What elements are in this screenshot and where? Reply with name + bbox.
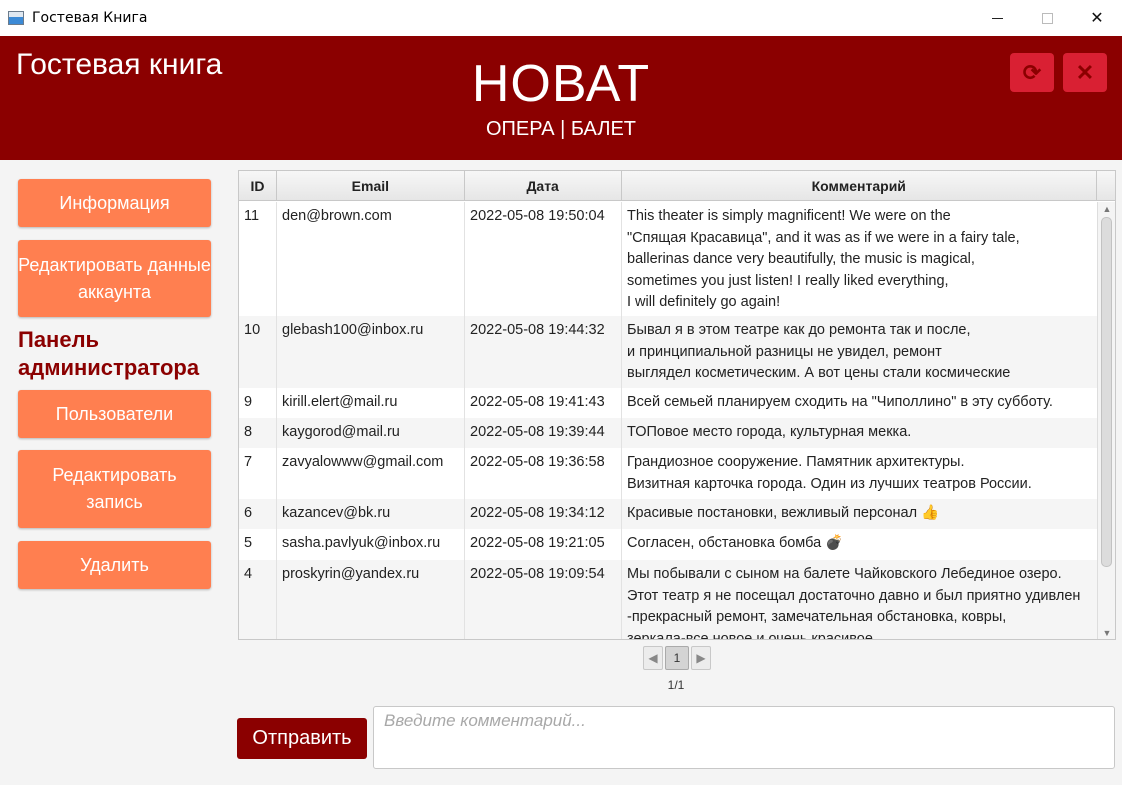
- cell-email: kazancev@bk.ru: [277, 499, 465, 529]
- send-button[interactable]: Отправить: [237, 718, 367, 759]
- cell-date: 2022-05-08 19:21:05: [465, 529, 622, 560]
- cell-date: 2022-05-08 19:44:32: [465, 316, 622, 388]
- info-button[interactable]: Информация: [18, 179, 211, 227]
- cell-comment: ТОПовое место города, культурная мекка.: [622, 418, 1098, 448]
- minimize-icon: [991, 17, 1003, 19]
- close-icon: ✕: [1075, 59, 1095, 85]
- cell-comment: Согласен, обстановка бомба 💣: [622, 529, 1098, 560]
- window-title: Гостевая Книга: [32, 10, 148, 26]
- column-header-comment[interactable]: Комментарий: [622, 171, 1098, 200]
- brand-subtitle: ОПЕРА | БАЛЕТ: [485, 118, 637, 140]
- cell-email: kaygorod@mail.ru: [277, 418, 465, 448]
- scroll-up-icon[interactable]: ▲: [1098, 202, 1115, 216]
- edit-account-button[interactable]: Редактировать данные аккаунта: [18, 240, 211, 317]
- window-titlebar: Гостевая Книга ✕: [0, 0, 1122, 36]
- comments-table[interactable]: ID Email Дата Комментарий 11 den@brown.c…: [238, 170, 1116, 640]
- cell-comment: Красивые постановки, вежливый персонал 👍: [622, 499, 1098, 529]
- refresh-icon: ⟳: [1022, 59, 1042, 85]
- cell-comment: Бывал я в этом театре как до ремонта так…: [622, 316, 1098, 388]
- table-row[interactable]: 10 glebash100@inbox.ru 2022-05-08 19:44:…: [239, 316, 1098, 388]
- cell-date: 2022-05-08 19:50:04: [465, 202, 622, 316]
- table-row[interactable]: 9 kirill.elert@mail.ru 2022-05-08 19:41:…: [239, 388, 1098, 418]
- cell-id: 10: [239, 316, 277, 388]
- cell-id: 6: [239, 499, 277, 529]
- window-close-icon: ✕: [1090, 10, 1104, 27]
- column-header-id[interactable]: ID: [239, 171, 277, 200]
- cell-date: 2022-05-08 19:39:44: [465, 418, 622, 448]
- column-header-date[interactable]: Дата: [465, 171, 622, 200]
- admin-panel-label: Панель администратора: [18, 327, 200, 380]
- cell-id: 11: [239, 202, 277, 316]
- chevron-left-icon: ◀: [648, 651, 658, 665]
- users-button[interactable]: Пользователи: [18, 390, 211, 438]
- cell-id: 4: [239, 560, 277, 639]
- cell-id: 7: [239, 448, 277, 499]
- table-header: ID Email Дата Комментарий: [239, 171, 1115, 201]
- delete-button[interactable]: Удалить: [18, 541, 211, 589]
- cell-comment: This theater is simply magnificent! We w…: [622, 202, 1098, 316]
- cell-comment: Мы побывали с сыном на балете Чайковског…: [622, 560, 1098, 639]
- maximize-icon: [1041, 12, 1053, 24]
- edit-record-button[interactable]: Редактировать запись: [18, 450, 211, 528]
- minimize-button[interactable]: [972, 0, 1022, 36]
- pagination: ◀ 1 ▶: [643, 646, 711, 670]
- comment-input[interactable]: [373, 706, 1115, 769]
- window-controls: ✕: [972, 0, 1122, 36]
- cell-date: 2022-05-08 19:34:12: [465, 499, 622, 529]
- chevron-right-icon: ▶: [696, 651, 706, 665]
- cell-date: 2022-05-08 19:41:43: [465, 388, 622, 418]
- table-row[interactable]: 6 kazancev@bk.ru 2022-05-08 19:34:12 Кра…: [239, 499, 1098, 529]
- cell-date: 2022-05-08 19:36:58: [465, 448, 622, 499]
- cell-id: 5: [239, 529, 277, 560]
- cell-email: zavyalowww@gmail.com: [277, 448, 465, 499]
- cell-id: 8: [239, 418, 277, 448]
- prev-page-button[interactable]: ◀: [643, 646, 663, 670]
- cell-email: glebash100@inbox.ru: [277, 316, 465, 388]
- table-body: 11 den@brown.com 2022-05-08 19:50:04 Thi…: [239, 202, 1098, 639]
- close-button[interactable]: ✕: [1063, 53, 1107, 92]
- scroll-down-icon[interactable]: ▼: [1098, 626, 1115, 639]
- next-page-button[interactable]: ▶: [691, 646, 711, 670]
- window-close-button[interactable]: ✕: [1072, 0, 1122, 36]
- column-header-filler: [1097, 171, 1115, 200]
- cell-email: proskyrin@yandex.ru: [277, 560, 465, 639]
- maximize-button[interactable]: [1022, 0, 1072, 36]
- cell-date: 2022-05-08 19:09:54: [465, 560, 622, 639]
- cell-email: den@brown.com: [277, 202, 465, 316]
- cell-email: kirill.elert@mail.ru: [277, 388, 465, 418]
- column-header-email[interactable]: Email: [277, 171, 465, 200]
- table-row[interactable]: 11 den@brown.com 2022-05-08 19:50:04 Thi…: [239, 202, 1098, 316]
- scrollbar-thumb[interactable]: [1101, 217, 1112, 567]
- cell-comment: Всей семьей планируем сходить на "Чиполл…: [622, 388, 1098, 418]
- table-row[interactable]: 8 kaygorod@mail.ru 2022-05-08 19:39:44 Т…: [239, 418, 1098, 448]
- app-header: Гостевая книга НОВАТ ОПЕРА | БАЛЕТ ⟳ ✕: [0, 36, 1122, 160]
- table-row[interactable]: 7 zavyalowww@gmail.com 2022-05-08 19:36:…: [239, 448, 1098, 499]
- table-row[interactable]: 4 proskyrin@yandex.ru 2022-05-08 19:09:5…: [239, 560, 1098, 639]
- page-button-current[interactable]: 1: [665, 646, 689, 670]
- app-icon: [8, 11, 24, 25]
- page-info: 1/1: [667, 678, 685, 692]
- table-row[interactable]: 5 sasha.pavlyuk@inbox.ru 2022-05-08 19:2…: [239, 529, 1098, 560]
- refresh-button[interactable]: ⟳: [1010, 53, 1054, 92]
- cell-id: 9: [239, 388, 277, 418]
- brand-title: НОВАТ: [471, 55, 651, 113]
- table-scrollbar[interactable]: ▲ ▼: [1097, 202, 1115, 639]
- cell-email: sasha.pavlyuk@inbox.ru: [277, 529, 465, 560]
- cell-comment: Грандиозное сооружение. Памятник архитек…: [622, 448, 1098, 499]
